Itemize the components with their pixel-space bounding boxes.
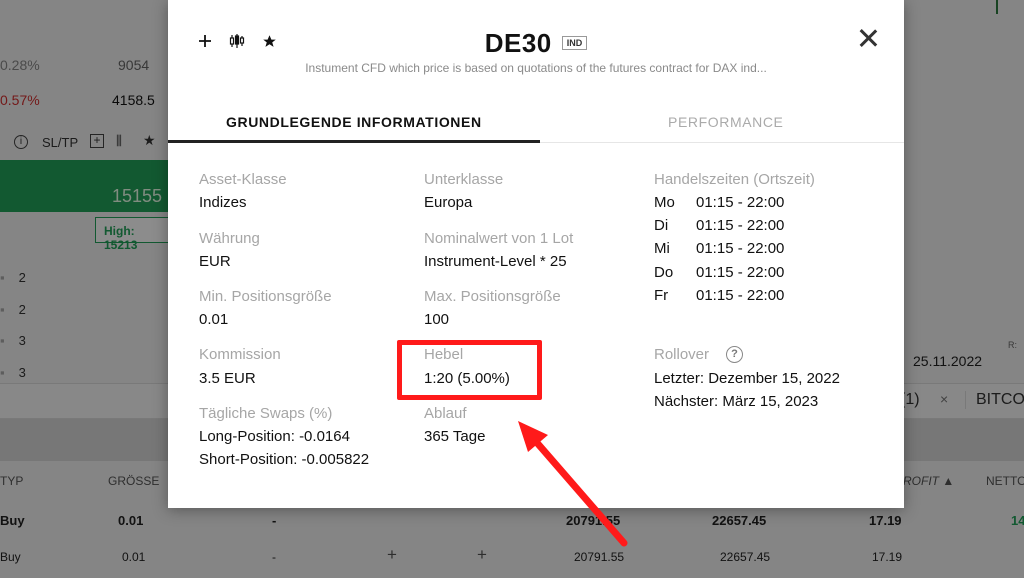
trading-hours-row: Mo 01:15 - 22:00 xyxy=(654,194,785,211)
commission-value: 3.5 EUR xyxy=(199,370,256,387)
min-size-label: Min. Positionsgröße xyxy=(199,288,332,305)
instrument-info-modal: DE30 IND Instument CFD which price is bas… xyxy=(168,0,904,508)
commission-label: Kommission xyxy=(199,346,281,363)
help-icon[interactable]: ? xyxy=(726,346,743,363)
max-size-label: Max. Positionsgröße xyxy=(424,288,561,305)
expiry-label: Ablauf xyxy=(424,405,467,422)
nominal-value: Instrument-Level * 25 xyxy=(424,253,567,270)
instrument-description: Instument CFD which price is based on qu… xyxy=(305,61,767,75)
subclass-label: Unterklasse xyxy=(424,171,504,188)
swap-long-value: Long-Position: -0.0164 xyxy=(199,428,350,445)
close-icon[interactable] xyxy=(856,26,880,50)
instrument-title: DE30 IND xyxy=(168,28,904,59)
asset-class-label: Asset-Klasse xyxy=(199,171,287,188)
trading-hours-row: Di 01:15 - 22:00 xyxy=(654,217,785,234)
trading-hours-label: Handelszeiten (Ortszeit) xyxy=(654,171,815,188)
instrument-symbol: DE30 xyxy=(484,28,552,58)
rollover-next: Nächster: März 15, 2023 xyxy=(654,393,819,410)
swap-short-value: Short-Position: -0.005822 xyxy=(199,451,370,468)
tab-performance[interactable]: PERFORMANCE xyxy=(668,114,784,130)
trading-hours-row: Fr 01:15 - 22:00 xyxy=(654,287,785,304)
currency-value: EUR xyxy=(199,253,231,270)
active-tab-indicator xyxy=(168,140,540,143)
rollover-last: Letzter: Dezember 15, 2022 xyxy=(654,370,840,387)
trading-hours-row: Mi 01:15 - 22:00 xyxy=(654,240,785,257)
modal-tabs: GRUNDLEGENDE INFORMATIONEN PERFORMANCE xyxy=(168,100,904,143)
subclass-value: Europa xyxy=(424,194,473,211)
max-size-value: 100 xyxy=(424,311,450,328)
expiry-value: 365 Tage xyxy=(424,428,486,445)
leverage-highlight-box xyxy=(397,340,542,400)
min-size-value: 0.01 xyxy=(199,311,229,328)
currency-label: Währung xyxy=(199,230,260,247)
swaps-label: Tägliche Swaps (%) xyxy=(199,405,333,422)
tab-basic-info[interactable]: GRUNDLEGENDE INFORMATIONEN xyxy=(226,114,482,130)
nominal-label: Nominalwert von 1 Lot xyxy=(424,230,574,247)
asset-class-value: Indizes xyxy=(199,194,247,211)
instrument-type-badge: IND xyxy=(561,36,588,50)
trading-hours-row: Do 01:15 - 22:00 xyxy=(654,264,785,281)
rollover-label: Rollover xyxy=(654,346,710,363)
